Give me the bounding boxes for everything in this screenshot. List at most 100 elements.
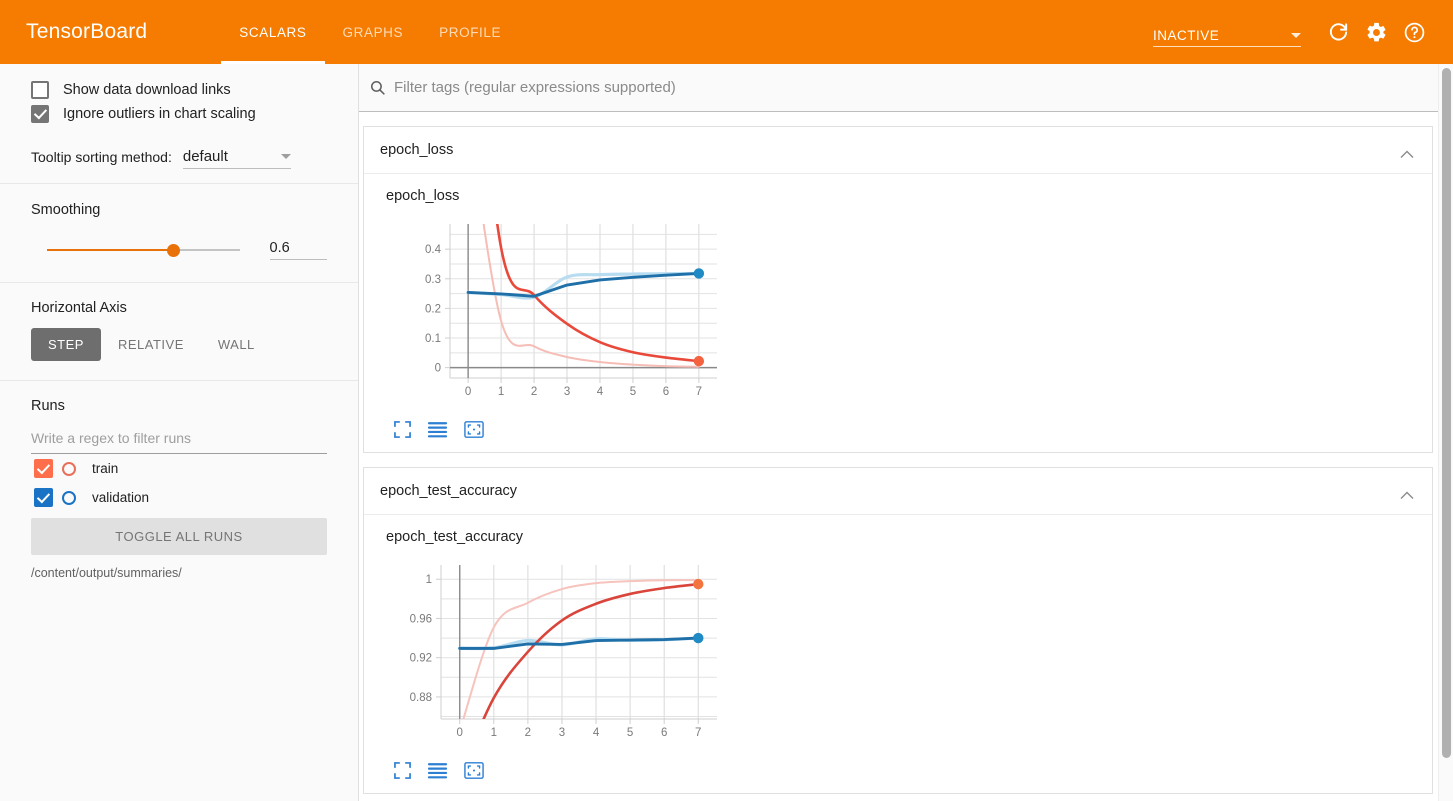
svg-text:0: 0: [465, 386, 471, 398]
run-checkbox[interactable]: [34, 488, 53, 507]
tab-profile[interactable]: PROFILE: [421, 0, 519, 64]
svg-text:0.96: 0.96: [410, 613, 432, 625]
runs-filter-placeholder: Write a regex to filter runs: [31, 430, 192, 446]
svg-text:6: 6: [661, 727, 667, 739]
smoothing-value-input[interactable]: 0.6: [269, 240, 327, 260]
svg-text:2: 2: [531, 386, 537, 398]
tag-filter-bar[interactable]: Filter tags (regular expressions support…: [359, 64, 1453, 112]
chart-toolbar: [364, 758, 1432, 793]
card-title: epoch_test_accuracy: [380, 483, 518, 499]
svg-text:0.3: 0.3: [425, 274, 441, 286]
sidebar: Show data download links Ignore outliers…: [0, 64, 359, 801]
checkbox-box: [31, 105, 49, 123]
gear-icon[interactable]: [1357, 13, 1395, 51]
run-status-selector[interactable]: INACTIVE: [1153, 17, 1301, 47]
fullscreen-icon[interactable]: [394, 421, 411, 438]
search-icon: [369, 79, 386, 96]
fit-domain-icon[interactable]: [464, 762, 484, 779]
runs-filter-input[interactable]: Write a regex to filter runs: [31, 430, 327, 454]
card-header[interactable]: epoch_loss: [364, 127, 1432, 174]
chart-svg: 0.88 0.92 0.96 1 0 1 2 3 4 5 6 7: [410, 565, 717, 739]
top-app-bar: TensorBoard SCALARS GRAPHS PROFILE INACT…: [0, 0, 1453, 64]
svg-text:2: 2: [525, 727, 531, 739]
tooltip-sorting-select[interactable]: default: [182, 148, 291, 169]
svg-text:0: 0: [457, 727, 463, 739]
svg-text:0.1: 0.1: [425, 333, 441, 345]
card-title: epoch_loss: [380, 142, 454, 158]
chevron-up-icon[interactable]: [1400, 146, 1414, 158]
runs-title: Runs: [31, 398, 65, 414]
horizontal-axis-buttons: STEP RELATIVE WALL: [0, 328, 358, 361]
vertical-scrollbar[interactable]: [1438, 64, 1453, 801]
card-body: epoch_test_accuracy 0.88 0.92 0.96 1 0 1 2 3 4 5 6…: [364, 515, 1432, 793]
fit-domain-icon[interactable]: [464, 421, 484, 438]
run-label: validation: [92, 490, 150, 505]
smoothing-title: Smoothing: [31, 202, 101, 218]
tooltip-sorting-label: Tooltip sorting method:: [31, 149, 172, 165]
chevron-down-icon: [280, 154, 291, 159]
run-checkbox[interactable]: [34, 459, 53, 478]
checkbox-label: Ignore outliers in chart scaling: [63, 106, 256, 122]
slider-thumb[interactable]: [167, 244, 181, 257]
run-item-validation[interactable]: validation: [0, 483, 358, 512]
checkbox-box: [31, 81, 49, 99]
card-epoch-test-accuracy: epoch_test_accuracy epoch_test_accuracy …: [363, 467, 1433, 794]
run-status-value: INACTIVE: [1153, 28, 1220, 43]
smoothing-slider[interactable]: [47, 241, 240, 259]
haxis-option-wall[interactable]: WALL: [201, 328, 272, 361]
card-body: epoch_loss 0 0.1 0.2 0.3 0.4 0 1 2 3 4 5 6 7: [364, 174, 1432, 452]
haxis-option-relative[interactable]: RELATIVE: [101, 328, 201, 361]
svg-text:0.88: 0.88: [410, 692, 432, 704]
svg-text:3: 3: [559, 727, 565, 739]
svg-text:1: 1: [491, 727, 497, 739]
svg-text:1: 1: [498, 386, 504, 398]
svg-text:5: 5: [627, 727, 633, 739]
svg-text:6: 6: [663, 386, 669, 398]
checkbox-show-data-download-links[interactable]: Show data download links: [0, 78, 358, 102]
svg-text:3: 3: [564, 386, 570, 398]
svg-text:7: 7: [695, 727, 701, 739]
scrollbar-thumb[interactable]: [1442, 68, 1451, 758]
card-epoch-loss: epoch_loss epoch_loss 0 0.1 0.2 0.3 0.4 0 1 2 3 4…: [363, 126, 1433, 453]
smoothing-row: 0.6: [0, 240, 358, 260]
checkbox-label: Show data download links: [63, 82, 231, 98]
svg-text:0: 0: [435, 363, 441, 375]
haxis-option-step[interactable]: STEP: [31, 328, 101, 361]
app-brand: TensorBoard: [26, 20, 148, 43]
tooltip-sorting-value: default: [182, 148, 228, 165]
svg-text:0.92: 0.92: [410, 653, 432, 665]
chevron-up-icon[interactable]: [1400, 487, 1414, 499]
horizontal-axis-title: Horizontal Axis: [31, 300, 127, 316]
top-bar-actions: INACTIVE: [1153, 0, 1433, 64]
data-table-icon[interactable]: [428, 762, 447, 779]
card-header[interactable]: epoch_test_accuracy: [364, 468, 1432, 515]
tab-scalars[interactable]: SCALARS: [221, 0, 325, 64]
help-icon[interactable]: [1395, 13, 1433, 51]
checkbox-ignore-outliers[interactable]: Ignore outliers in chart scaling: [0, 102, 358, 126]
data-table-icon[interactable]: [428, 421, 447, 438]
horizontal-axis-section: Horizontal Axis STEP RELATIVE WALL: [0, 283, 358, 381]
chevron-down-icon: [1291, 33, 1301, 38]
svg-text:7: 7: [696, 386, 702, 398]
toggle-all-runs-button[interactable]: TOGGLE ALL RUNS: [31, 518, 327, 555]
tag-filter-placeholder: Filter tags (regular expressions support…: [394, 79, 676, 96]
sidebar-options-section: Show data download links Ignore outliers…: [0, 64, 358, 184]
chart-svg: 0 0.1 0.2 0.3 0.4 0 1 2 3 4 5 6 7: [425, 224, 717, 398]
logdir-path: /content/output/summaries/: [31, 566, 182, 580]
refresh-icon[interactable]: [1319, 13, 1357, 51]
fullscreen-icon[interactable]: [394, 762, 411, 779]
run-color-circle: [62, 461, 76, 476]
run-color-circle: [62, 490, 76, 505]
tab-graphs[interactable]: GRAPHS: [325, 0, 422, 64]
run-item-train[interactable]: train: [0, 454, 358, 483]
chart-toolbar: [364, 417, 1432, 452]
slider-fill: [47, 249, 174, 251]
smoothing-section: Smoothing 0.6: [0, 184, 358, 283]
chart-title: epoch_test_accuracy: [386, 529, 524, 545]
chart-plot-epoch-loss[interactable]: 0 0.1 0.2 0.3 0.4 0 1 2 3 4 5 6 7: [364, 212, 1432, 417]
chart-plot-epoch-test-accuracy[interactable]: 0.88 0.92 0.96 1 0 1 2 3 4 5 6 7: [364, 553, 1432, 758]
svg-text:0.4: 0.4: [425, 244, 442, 256]
svg-text:4: 4: [597, 386, 604, 398]
nav-tabs: SCALARS GRAPHS PROFILE: [221, 0, 519, 64]
main-content: Filter tags (regular expressions support…: [359, 64, 1453, 801]
